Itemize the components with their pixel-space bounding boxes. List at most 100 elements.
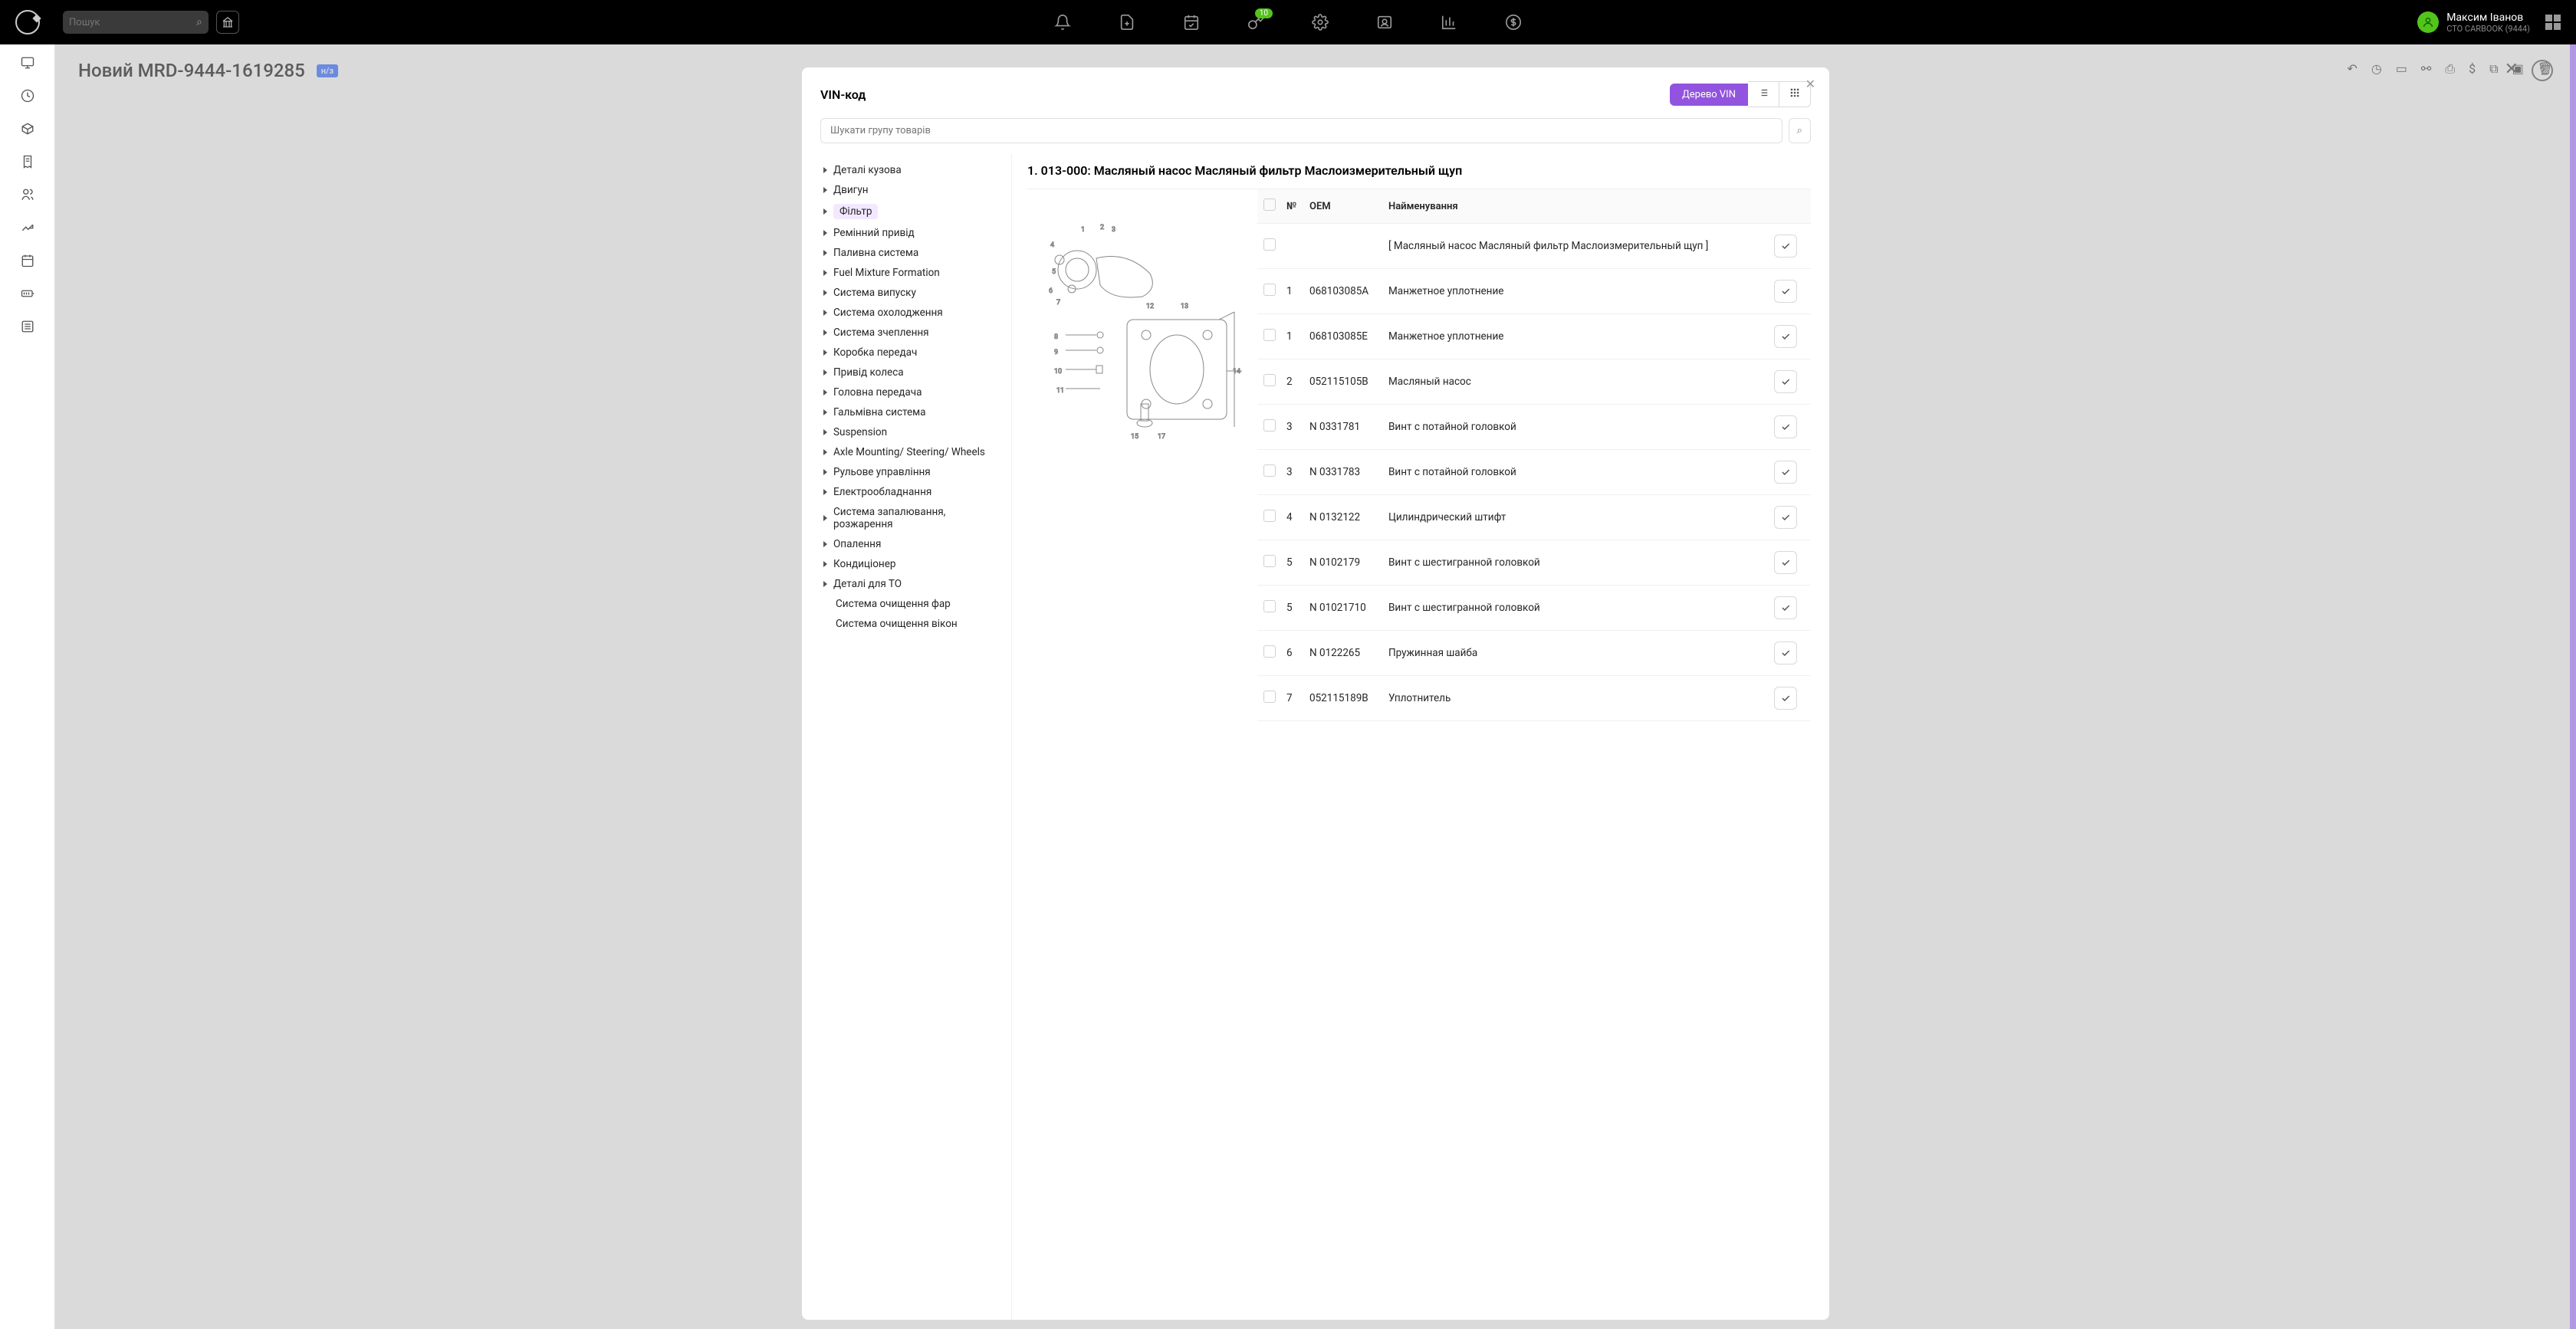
select-part-button[interactable] [1774, 370, 1797, 393]
tree-item[interactable]: Фільтр [820, 200, 1005, 223]
select-part-button[interactable] [1774, 551, 1797, 574]
global-search[interactable]: ⌕ [63, 11, 209, 34]
sidebar-list-icon[interactable] [20, 320, 35, 333]
sidebar-receipt-icon[interactable] [20, 155, 35, 169]
svg-text:1: 1 [1081, 226, 1085, 234]
select-part-button[interactable] [1774, 596, 1797, 619]
svg-text:7: 7 [1056, 299, 1060, 307]
tree-item[interactable]: Гальмівна система [820, 402, 1005, 422]
tree-item[interactable]: Головна передача [820, 382, 1005, 402]
close-icon[interactable]: ✕ [1806, 77, 1815, 91]
tree-item-label: Привід колеса [833, 366, 904, 379]
apps-grid-icon[interactable] [2545, 15, 2561, 30]
sidebar-people-icon[interactable] [20, 188, 35, 202]
select-part-button[interactable] [1774, 687, 1797, 710]
row-oem: N 01021710 [1309, 602, 1382, 614]
search-input[interactable] [69, 17, 196, 28]
add-document-icon[interactable] [1118, 13, 1136, 31]
sidebar-gauge-icon[interactable] [20, 89, 35, 103]
select-part-button[interactable] [1774, 235, 1797, 258]
row-checkbox[interactable] [1263, 555, 1276, 567]
svg-text:3: 3 [1112, 226, 1116, 234]
table-header: № OEM Найменування [1257, 189, 1811, 224]
tree-item[interactable]: Кондиціонер [820, 554, 1005, 574]
row-name: Пружинная шайба [1382, 647, 1774, 659]
tree-item[interactable]: Двигун [820, 180, 1005, 200]
caret-icon [823, 270, 827, 276]
tree-item[interactable]: Система очищення вікон [820, 614, 1005, 634]
search-icon[interactable]: ⌕ [196, 16, 202, 28]
view-controls: Дерево VIN [1670, 81, 1811, 107]
caret-icon [823, 469, 827, 475]
row-checkbox[interactable] [1263, 645, 1276, 658]
tree-item-label: Головна передача [833, 386, 922, 399]
select-part-button[interactable] [1774, 506, 1797, 529]
caret-icon [823, 349, 827, 356]
select-part-button[interactable] [1774, 642, 1797, 664]
tree-view-button[interactable]: Дерево VIN [1670, 84, 1748, 106]
dollar-icon[interactable] [1504, 13, 1523, 31]
tree-item[interactable]: Паливна система [820, 243, 1005, 263]
table-row: 1 068103085A Манжетное уплотнение [1257, 269, 1811, 314]
bell-icon[interactable] [1053, 13, 1072, 31]
tree-item[interactable]: Електрообладнання [820, 482, 1005, 502]
key-icon[interactable]: 10 [1247, 13, 1265, 31]
tree-item[interactable]: Система запалювання, розжарення [820, 502, 1005, 534]
tree-item[interactable]: Деталі кузова [820, 160, 1005, 180]
tree-item[interactable]: Коробка передач [820, 343, 1005, 363]
svg-text:5: 5 [1052, 268, 1056, 276]
row-checkbox[interactable] [1263, 374, 1276, 386]
tree-item[interactable]: Привід колеса [820, 363, 1005, 382]
table-row: 5 N 01021710 Винт с шестигранной головко… [1257, 586, 1811, 631]
caret-icon [823, 489, 827, 495]
tree-item[interactable]: Axle Mounting/ Steering/ Wheels [820, 442, 1005, 462]
svg-text:12: 12 [1146, 303, 1154, 310]
row-oem: N 0102179 [1309, 556, 1382, 569]
row-num: 3 [1286, 421, 1309, 433]
row-checkbox[interactable] [1263, 238, 1276, 251]
tree-item[interactable]: Fuel Mixture Formation [820, 263, 1005, 283]
row-checkbox[interactable] [1263, 464, 1276, 477]
select-part-button[interactable] [1774, 415, 1797, 438]
sidebar-monitor-icon[interactable] [20, 56, 35, 70]
row-checkbox[interactable] [1263, 284, 1276, 296]
row-checkbox[interactable] [1263, 691, 1276, 703]
sidebar-box-icon[interactable] [20, 122, 35, 136]
tree-item[interactable]: Система випуску [820, 283, 1005, 303]
row-checkbox[interactable] [1263, 419, 1276, 432]
search-group-input[interactable] [820, 118, 1783, 143]
row-checkbox[interactable] [1263, 329, 1276, 341]
select-all-checkbox[interactable] [1263, 199, 1276, 211]
row-checkbox[interactable] [1263, 600, 1276, 612]
modal-header: VIN-код Дерево VIN ✕ [802, 67, 1829, 118]
select-part-button[interactable] [1774, 461, 1797, 484]
bank-button[interactable] [216, 11, 239, 34]
row-oem: 052115105B [1309, 376, 1382, 388]
tree-item[interactable]: Система очищення фар [820, 594, 1005, 614]
tree-item[interactable]: Рульове управління [820, 462, 1005, 482]
select-part-button[interactable] [1774, 325, 1797, 348]
row-oem: N 0331783 [1309, 466, 1382, 478]
sidebar-analytics-icon[interactable] [20, 221, 35, 235]
tree-item[interactable]: Опалення [820, 534, 1005, 554]
gear-icon[interactable] [1311, 13, 1329, 31]
tree-item[interactable]: Ремінний привід [820, 223, 1005, 243]
search-group-button[interactable]: ⌕ [1789, 118, 1811, 143]
sidebar-battery-icon[interactable] [20, 287, 35, 300]
select-part-button[interactable] [1774, 280, 1797, 303]
tree-item[interactable]: Suspension [820, 422, 1005, 442]
row-checkbox[interactable] [1263, 510, 1276, 522]
user-menu[interactable]: Максим Іванов СТО CARBOOK (9444) [2417, 11, 2561, 34]
contact-icon[interactable] [1375, 13, 1394, 31]
calendar-check-icon[interactable] [1182, 13, 1201, 31]
chart-icon[interactable] [1440, 13, 1458, 31]
tree-item[interactable]: Система зчеплення [820, 323, 1005, 343]
row-oem: N 0132122 [1309, 511, 1382, 523]
tree-item[interactable]: Система охолодження [820, 303, 1005, 323]
tree-item-label: Система запалювання, розжарення [833, 506, 1002, 530]
logo-icon[interactable] [15, 10, 40, 34]
header-num: № [1286, 201, 1309, 212]
sidebar-calendar-icon[interactable] [20, 254, 35, 267]
list-view-button[interactable] [1748, 81, 1779, 107]
tree-item[interactable]: Деталі для ТО [820, 574, 1005, 594]
